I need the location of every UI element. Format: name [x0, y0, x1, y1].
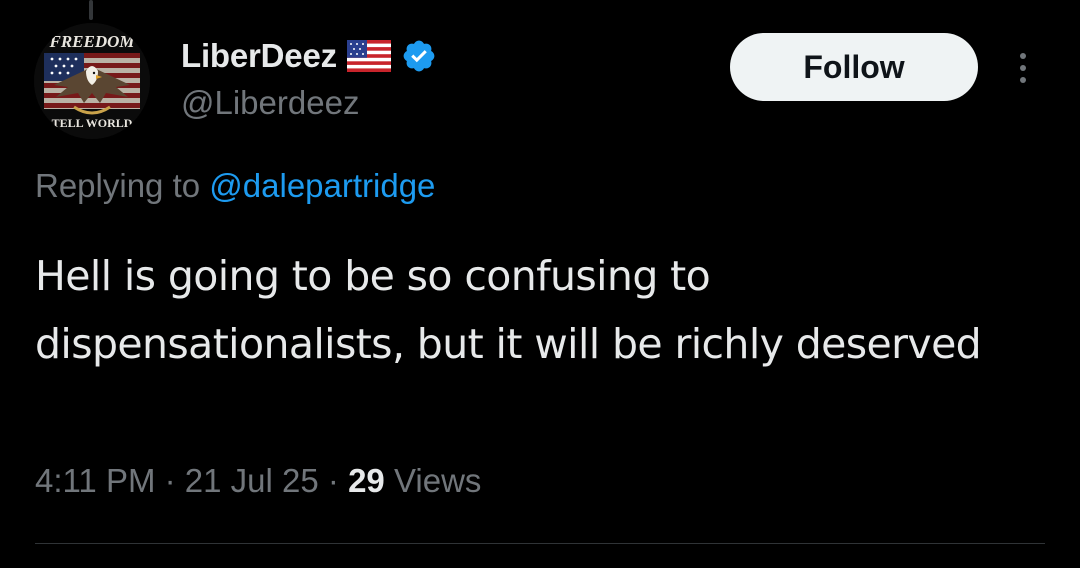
views-count[interactable]: 29 — [348, 462, 385, 499]
replying-to-line: Replying to @dalepartridge — [35, 167, 435, 205]
follow-button[interactable]: Follow — [730, 33, 978, 101]
author-handle[interactable]: @Liberdeez — [181, 84, 359, 122]
thread-connector-line — [89, 0, 93, 20]
more-vertical-icon[interactable] — [1006, 46, 1040, 90]
eagle-flag-avatar-image: FREEDOM TELL WORLD — [34, 23, 150, 139]
replying-to-label: Replying to — [35, 167, 201, 204]
meta-separator: · — [327, 462, 339, 499]
tweet-date[interactable]: 21 Jul 25 — [185, 462, 319, 499]
author-name-row[interactable]: LiberDeez — [181, 34, 437, 78]
tweet-metadata: 4:11 PM · 21 Jul 25 · 29 Views — [35, 462, 481, 500]
more-dot — [1020, 53, 1026, 59]
verified-badge-icon[interactable] — [401, 38, 437, 74]
more-dot — [1020, 65, 1026, 71]
display-name[interactable]: LiberDeez — [181, 37, 337, 75]
tweet-text: Hell is going to be so confusing to disp… — [35, 252, 982, 368]
us-flag-icon — [346, 40, 391, 72]
svg-text:TELL WORLD: TELL WORLD — [52, 116, 133, 130]
avatar[interactable]: FREEDOM TELL WORLD — [34, 23, 150, 139]
svg-text:FREEDOM: FREEDOM — [48, 32, 135, 51]
more-dot — [1020, 77, 1026, 83]
replying-to-mention-link[interactable]: @dalepartridge — [209, 167, 435, 204]
views-label[interactable]: Views — [394, 462, 481, 499]
divider — [35, 543, 1045, 544]
meta-separator: · — [164, 462, 176, 499]
tweet-time[interactable]: 4:11 PM — [35, 462, 155, 499]
